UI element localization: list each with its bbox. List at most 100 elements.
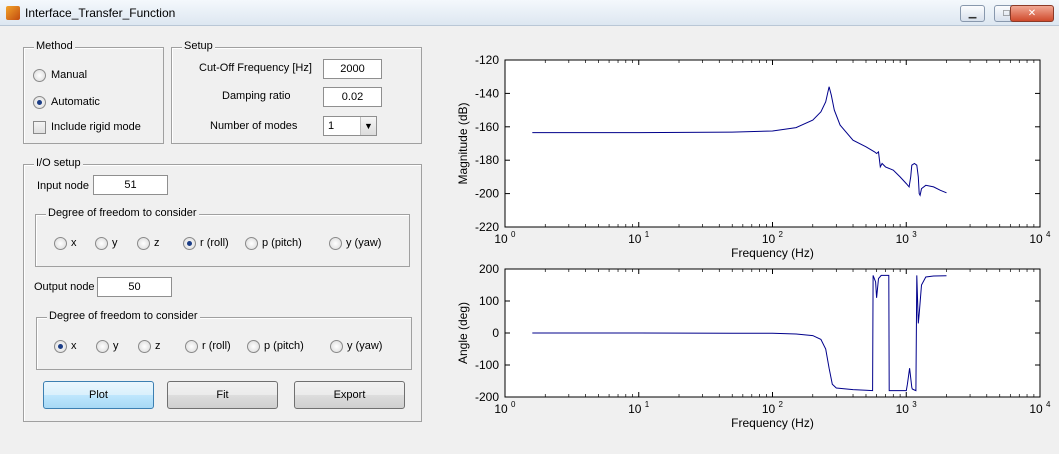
number-of-modes-value: 1 [328, 120, 335, 132]
magnitude-series-line [532, 86, 947, 197]
input-dof-pitch-radio[interactable] [245, 237, 258, 250]
phase-x-tick-exponent: 4 [1046, 400, 1051, 409]
magnitude-y-axis-label: Magnitude (dB) [456, 102, 470, 184]
magnitude-y-tick-label: -220 [475, 220, 499, 234]
output-dof-z-radio[interactable] [138, 340, 151, 353]
automatic-label: Automatic [51, 96, 100, 108]
magnitude-y-tick-label: -160 [475, 120, 499, 134]
include-rigid-mode-checkbox[interactable] [33, 121, 46, 134]
title-bar: Interface_Transfer_Function ▁ □ ✕ [0, 0, 1059, 26]
output-dof-group-title: Degree of freedom to consider [47, 310, 200, 322]
input-dof-pitch-label: p (pitch) [262, 237, 302, 249]
input-dof-x-label: x [71, 237, 77, 249]
magnitude-x-tick-exponent: 4 [1046, 230, 1051, 239]
input-dof-roll-radio[interactable] [183, 237, 196, 250]
input-dof-roll-label: r (roll) [200, 237, 229, 249]
output-dof-y-label: y [113, 340, 119, 352]
phase-x-tick-label: 10 [762, 402, 776, 416]
output-dof-x-radio[interactable] [54, 340, 67, 353]
method-group: Method Manual Automatic Include rigid mo… [23, 40, 164, 144]
phase-x-tick-label: 10 [494, 402, 508, 416]
window-title: Interface_Transfer_Function [25, 6, 176, 20]
phase-x-tick-exponent: 2 [779, 400, 784, 409]
input-dof-x-radio[interactable] [54, 237, 67, 250]
magnitude-x-tick-exponent: 0 [511, 230, 516, 239]
manual-radio[interactable] [33, 69, 46, 82]
magnitude-x-tick-label: 10 [494, 232, 508, 246]
input-dof-group-title: Degree of freedom to consider [46, 207, 199, 219]
output-dof-x-label: x [71, 340, 77, 352]
phase-y-tick-label: 0 [492, 326, 499, 340]
output-node-label: Output node [34, 281, 95, 293]
phase-y-tick-label: -100 [475, 358, 499, 372]
magnitude-plot-area [504, 59, 1041, 228]
damping-ratio-label: Damping ratio [222, 90, 291, 102]
magnitude-y-tick-label: -140 [475, 86, 499, 100]
cutoff-frequency-label: Cut-Off Frequency [Hz] [199, 62, 312, 74]
magnitude-x-tick-exponent: 3 [912, 230, 917, 239]
manual-label: Manual [51, 69, 88, 81]
minimize-button[interactable]: ▁ [960, 5, 985, 22]
output-dof-pitch-radio[interactable] [247, 340, 260, 353]
close-button[interactable]: ✕ [1010, 5, 1054, 22]
setup-group: Setup Cut-Off Frequency [Hz] 2000 Dampin… [171, 40, 422, 144]
include-rigid-mode-label: Include rigid mode [51, 121, 141, 133]
magnitude-chart: 10 0 10 1 10 2 10 3 10 4-120-140-160-180-200-220F… [456, 53, 1051, 260]
io-setup-group: I/O setup Input node 51 Degree of freedo… [23, 157, 422, 422]
output-dof-roll-radio[interactable] [185, 340, 198, 353]
magnitude-y-tick-label: -180 [475, 153, 499, 167]
phase-x-tick-exponent: 1 [645, 400, 650, 409]
number-of-modes-label: Number of modes [210, 120, 298, 132]
phase-x-axis-label: Frequency (Hz) [731, 416, 814, 430]
input-dof-z-label: z [154, 237, 160, 249]
input-node-label: Input node [37, 180, 89, 192]
setup-group-title: Setup [182, 40, 215, 52]
plot-button[interactable]: Plot [43, 381, 154, 409]
fit-button[interactable]: Fit [167, 381, 278, 409]
magnitude-x-tick-label: 10 [762, 232, 776, 246]
phase-y-tick-label: 100 [479, 294, 499, 308]
input-dof-group: Degree of freedom to consider x y z r (r… [35, 207, 410, 267]
magnitude-y-tick-label: -200 [475, 187, 499, 201]
output-dof-pitch-label: p (pitch) [264, 340, 304, 352]
method-group-title: Method [34, 40, 75, 52]
magnitude-y-tick-label: -120 [475, 53, 499, 67]
magnitude-x-axis-label: Frequency (Hz) [731, 246, 814, 260]
input-dof-yaw-radio[interactable] [329, 237, 342, 250]
phase-y-axis-label: Angle (deg) [456, 302, 470, 364]
input-dof-yaw-label: y (yaw) [346, 237, 382, 249]
automatic-radio[interactable] [33, 96, 46, 109]
phase-y-tick-label: -200 [475, 390, 499, 404]
phase-chart: 10 0 10 1 10 2 10 3 10 42001000-100-200Frequency … [456, 262, 1051, 430]
magnitude-x-tick-exponent: 2 [779, 230, 784, 239]
output-dof-y-radio[interactable] [96, 340, 109, 353]
phase-x-tick-label: 10 [1029, 402, 1043, 416]
magnitude-x-tick-label: 10 [628, 232, 642, 246]
phase-x-tick-exponent: 3 [912, 400, 917, 409]
output-dof-group: Degree of freedom to consider x y z r (r… [36, 310, 412, 370]
phase-series-line [532, 274, 947, 392]
input-node-input[interactable]: 51 [93, 175, 168, 195]
output-node-input[interactable]: 50 [97, 277, 172, 297]
matlab-icon [6, 6, 20, 20]
phase-x-tick-label: 10 [628, 402, 642, 416]
io-setup-group-title: I/O setup [34, 157, 83, 169]
phase-x-tick-exponent: 0 [511, 400, 516, 409]
phase-x-tick-label: 10 [896, 402, 910, 416]
phase-plot-area [504, 268, 1041, 398]
output-dof-yaw-radio[interactable] [330, 340, 343, 353]
output-dof-roll-label: r (roll) [202, 340, 231, 352]
damping-ratio-input[interactable]: 0.02 [323, 87, 382, 107]
export-button[interactable]: Export [294, 381, 405, 409]
magnitude-x-tick-label: 10 [1029, 232, 1043, 246]
output-dof-z-label: z [155, 340, 161, 352]
cutoff-frequency-input[interactable]: 2000 [323, 59, 382, 79]
input-dof-y-radio[interactable] [95, 237, 108, 250]
magnitude-x-tick-label: 10 [896, 232, 910, 246]
input-dof-z-radio[interactable] [137, 237, 150, 250]
phase-y-tick-label: 200 [479, 262, 499, 276]
output-dof-yaw-label: y (yaw) [347, 340, 383, 352]
number-of-modes-select[interactable]: 1 ▼ [323, 116, 377, 136]
chevron-down-icon[interactable]: ▼ [360, 117, 376, 135]
magnitude-x-tick-exponent: 1 [645, 230, 650, 239]
